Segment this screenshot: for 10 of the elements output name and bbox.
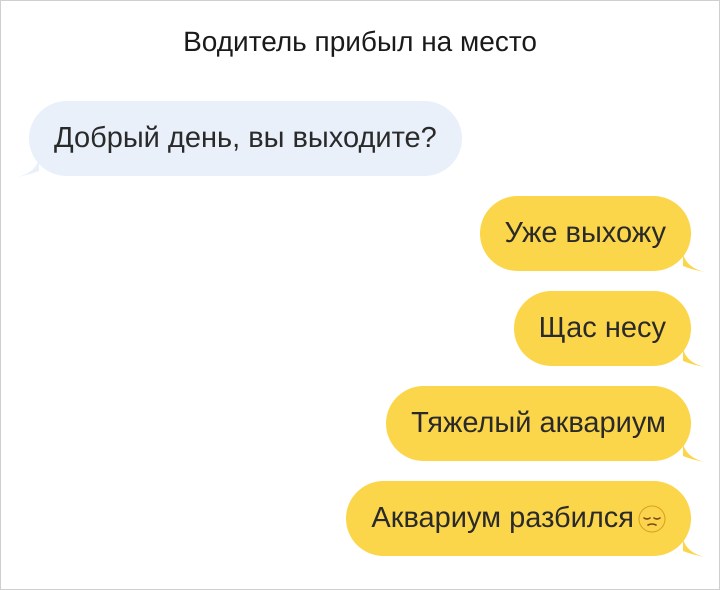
bubble-tail xyxy=(683,539,705,559)
bubble-tail xyxy=(683,349,705,369)
bubble-tail xyxy=(683,444,705,464)
chat-title: Водитель прибыл на место xyxy=(183,25,537,59)
message-bubble: Аквариум разбился xyxy=(346,481,691,556)
message-bubble: Уже выхожу xyxy=(480,196,691,271)
message-bubble: Добрый день, вы выходите? xyxy=(29,101,462,176)
bubble-tail xyxy=(683,254,705,274)
message-bubble: Тяжелый аквариум xyxy=(386,386,691,461)
message-bubble: Щас несу xyxy=(514,291,691,366)
